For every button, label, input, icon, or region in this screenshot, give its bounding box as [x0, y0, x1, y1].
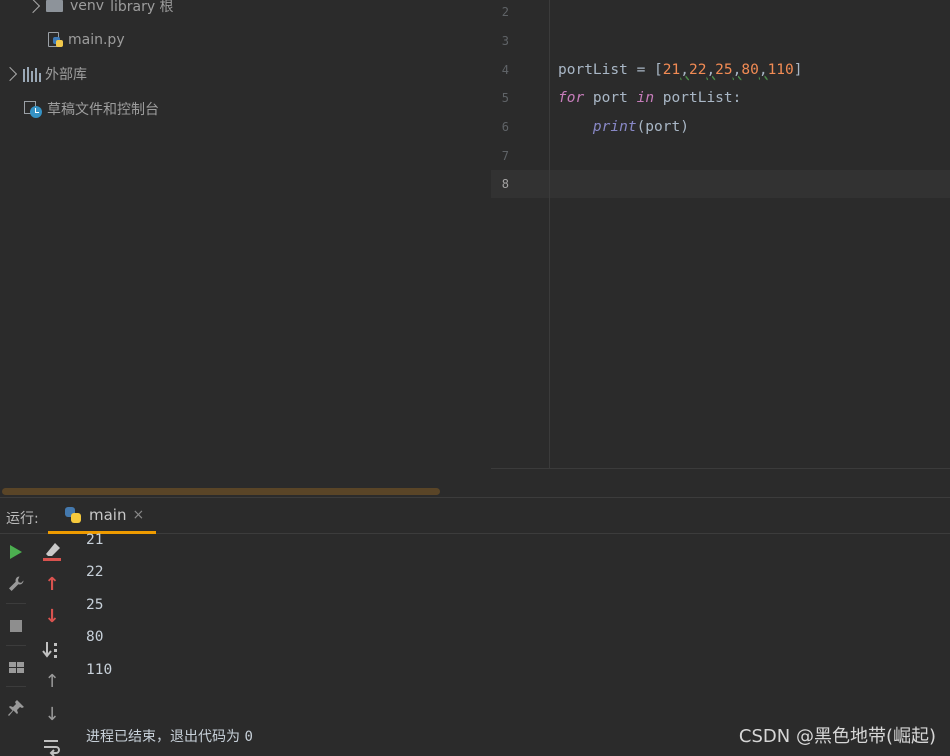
toolbar-separator [6, 603, 26, 604]
close-icon[interactable]: × [132, 507, 144, 523]
scratches-icon [24, 100, 42, 118]
console-output-line: 22 [86, 564, 104, 580]
tab-main-label: main [89, 505, 127, 524]
code-token-comma: , [706, 62, 716, 78]
python-file-icon [48, 32, 64, 48]
code-token-args: (port) [636, 119, 689, 135]
library-icon [23, 66, 41, 82]
pin-icon[interactable] [4, 696, 28, 720]
scroll-down-icon[interactable]: ↓ [40, 703, 64, 727]
editor-bottom-bar [491, 468, 950, 487]
watermark: CSDN @黑色地带(崛起) [738, 726, 936, 747]
play-icon[interactable] [4, 540, 28, 564]
tree-item-venv[interactable]: venv library 根 [25, 0, 174, 18]
stop-icon[interactable] [4, 614, 28, 638]
console-output-line: 80 [86, 629, 104, 645]
horizontal-scrollbar[interactable] [0, 487, 950, 497]
code-token-builtin-print: print [592, 119, 637, 135]
soft-wrap-icon[interactable] [40, 735, 64, 756]
tree-item-venv-label: venv [70, 0, 105, 14]
tree-item-external-libs[interactable]: 外部库 [2, 62, 87, 86]
code-line-5: for port in portList: [558, 87, 741, 109]
code-editor[interactable]: 2 3 4 5 6 7 8 portList = [21,22,25,80,11… [491, 0, 950, 468]
line-number: 2 [501, 5, 509, 19]
line-number: 7 [501, 149, 509, 163]
process-exit-code: 0 [244, 729, 253, 745]
toolbar-separator [6, 645, 26, 646]
run-header: 运行: main × [0, 498, 950, 534]
clear-eraser-icon[interactable] [40, 540, 64, 564]
chevron-right-icon[interactable] [2, 66, 18, 82]
code-token-comma: , [758, 62, 768, 78]
line-number: 6 [501, 120, 509, 134]
code-token-number: 22 [688, 62, 707, 78]
folder-icon [46, 0, 63, 12]
code-line-6: print(port) [558, 116, 689, 138]
toolbar-separator [6, 686, 26, 687]
code-token-number: 110 [767, 62, 794, 78]
console-output-line: 21 [86, 532, 104, 548]
line-number: 3 [501, 34, 509, 48]
python-icon [64, 506, 82, 524]
code-token-variable: port [584, 90, 637, 106]
run-title: 运行: [6, 511, 39, 527]
console-output-line: 25 [86, 597, 104, 613]
process-exit-message: 进程已结束，退出代码为 0 [86, 726, 253, 746]
arrow-up-icon[interactable]: ↑ [40, 573, 64, 597]
code-token-keyword-in: in [636, 90, 655, 106]
tree-item-venv-suffix: library 根 [110, 0, 174, 15]
sort-icon[interactable] [40, 638, 64, 662]
chevron-right-icon[interactable] [25, 0, 41, 14]
tree-item-main-py-label: main.py [68, 32, 125, 48]
code-token-keyword-for: for [558, 90, 585, 106]
code-token-bracket: ] [793, 62, 803, 78]
code-token-number: 80 [741, 62, 759, 78]
wrench-icon[interactable] [4, 572, 28, 596]
arrow-down-icon[interactable]: ↓ [40, 605, 64, 629]
line-number-gutter: 2 3 4 5 6 7 8 [491, 0, 550, 468]
line-number: 4 [501, 63, 509, 77]
line-number: 5 [501, 91, 509, 105]
code-token-number: 21 [662, 62, 681, 78]
code-token-variable: portList [558, 62, 628, 78]
process-exit-text: 进程已结束，退出代码为 [86, 729, 245, 745]
tree-item-main-py[interactable]: main.py [48, 28, 125, 52]
console-output-line: 110 [86, 662, 113, 678]
code-line-4: portList = [21,22,25,80,110] [558, 59, 803, 81]
tree-item-external-libs-label: 外部库 [45, 67, 87, 83]
code-token-variable: portList: [654, 90, 742, 106]
code-token-comma: , [680, 62, 689, 78]
tab-main[interactable]: main × [48, 498, 156, 534]
scroll-up-icon[interactable]: ↑ [40, 670, 64, 694]
tree-item-scratches[interactable]: 草稿文件和控制台 [24, 97, 159, 121]
tree-item-scratches-label: 草稿文件和控制台 [47, 102, 159, 118]
horizontal-scrollbar-thumb[interactable] [2, 488, 440, 495]
current-line-highlight [491, 170, 950, 198]
code-token-assign: = [ [627, 62, 663, 78]
project-tree: venv library 根 main.py 外部库 草稿文件和控制台 [0, 0, 491, 487]
run-tool-window: 运行: main × ↑ ↓ ↑ ↓ 21 22 25 80 110 进程已结束… [0, 497, 950, 756]
layout-icon[interactable] [4, 655, 28, 679]
code-token-number: 25 [715, 62, 733, 78]
line-number-current: 8 [501, 177, 509, 191]
